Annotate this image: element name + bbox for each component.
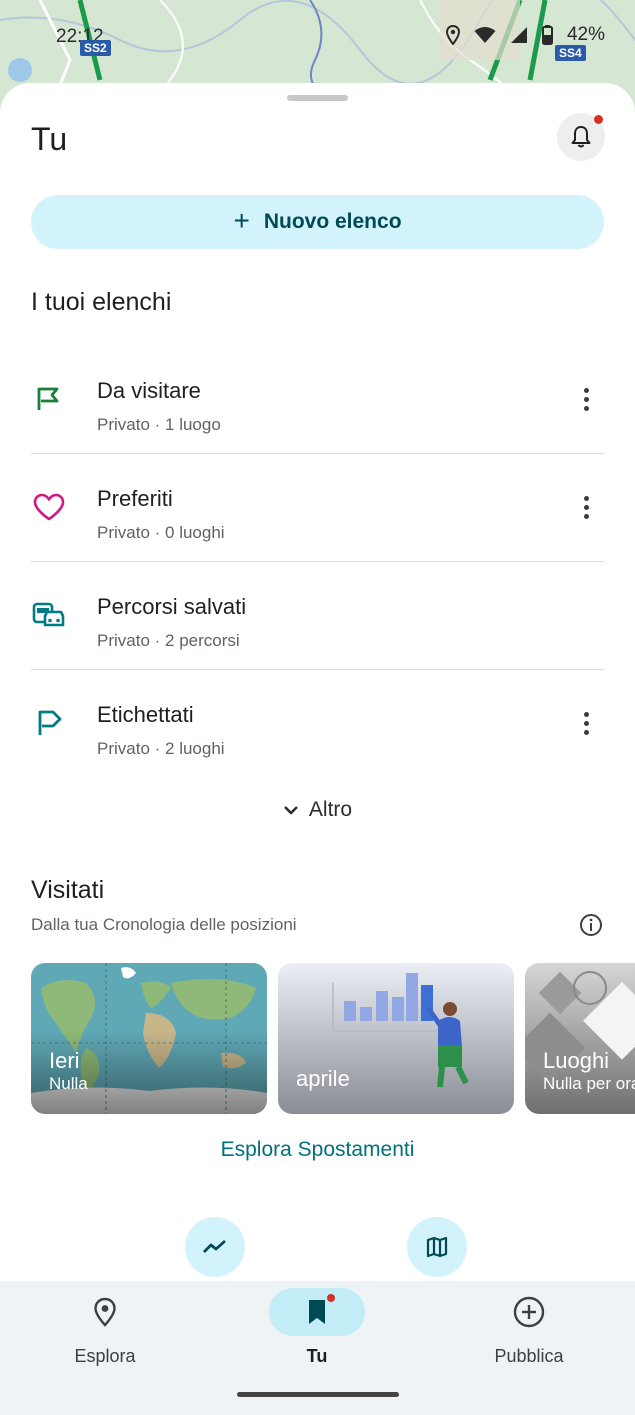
label-flag-icon [31,669,67,777]
list-name: Etichettati [97,702,194,727]
visited-section-title: Visitati [31,876,105,904]
new-list-label: Nuovo elenco [263,210,402,233]
more-options-icon[interactable] [576,383,596,415]
location-status-icon [445,25,460,45]
wifi-icon [474,27,496,43]
road-shield: SS2 [80,40,111,56]
show-more-label: Altro [308,798,353,821]
signal-icon [510,27,527,43]
explore-timeline-link[interactable]: Esplora Spostamenti [0,1138,635,1162]
bell-icon [571,126,591,148]
list-meta: Privato · 0 luoghi [97,523,225,542]
road-shield: SS4 [555,45,586,61]
trends-button[interactable] [185,1217,245,1277]
page-title: Tu [31,121,68,157]
nav-pill-active [269,1288,365,1336]
nav-pill [57,1288,153,1336]
transit-car-icon [31,561,67,669]
list-meta: Privato · 1 luogo [97,415,221,434]
list-item-da-visitare[interactable]: Da visitare Privato · 1 luogo [31,345,604,453]
list-item-preferiti[interactable]: Preferiti Privato · 0 luoghi [31,453,604,561]
new-list-button[interactable]: + Nuovo elenco [31,195,604,249]
visited-card-aprile[interactable]: aprile [278,963,514,1114]
card-subtitle: Nulla per ora [543,1074,635,1093]
nav-label: Tu [306,1346,328,1366]
list-name: Preferiti [97,486,173,511]
nav-label: Pubblica [494,1346,564,1366]
visited-card-ieri[interactable]: Ieri Nulla [31,963,267,1114]
status-icons: 42% [445,24,605,46]
visited-card-luoghi[interactable]: Luoghi Nulla per ora [525,963,635,1114]
bottom-sheet: Tu + Nuovo elenco I tuoi elenchi Da visi… [0,83,635,1283]
location-pin-icon [94,1297,116,1327]
visited-section-subtitle: Dalla tua Cronologia delle posizioni [31,915,297,934]
home-indicator[interactable] [237,1392,399,1397]
map-view-button[interactable] [407,1217,467,1277]
plus-icon: + [233,204,250,236]
show-more-button[interactable]: Altro [0,798,635,822]
list-item-percorsi-salvati[interactable]: Percorsi salvati Privato · 2 percorsi [31,561,604,669]
battery-percent: 42% [566,24,605,45]
bookmark-icon [309,1300,325,1324]
list-name: Da visitare [97,378,201,403]
list-name: Percorsi salvati [97,594,247,619]
nav-pill [481,1288,577,1336]
nav-tu[interactable]: Tu [237,1281,397,1381]
lists-section-title: I tuoi elenchi [31,288,172,316]
chevron-down-icon [283,806,298,815]
trending-icon [203,1239,226,1253]
info-icon[interactable] [579,913,603,937]
nav-badge [327,1294,335,1302]
card-title: Ieri [49,1048,80,1073]
battery-icon [541,25,553,45]
card-title: aprile [296,1066,350,1091]
heart-icon [31,453,67,561]
nav-pubblica[interactable]: Pubblica [449,1281,609,1381]
add-circle-icon [513,1296,545,1328]
card-title: Luoghi [543,1048,610,1073]
nav-esplora[interactable]: Esplora [25,1281,185,1381]
more-options-icon[interactable] [576,491,596,523]
more-options-icon[interactable] [576,707,596,739]
nav-label: Esplora [74,1346,136,1366]
drag-handle[interactable] [287,95,348,101]
flag-icon [31,345,67,453]
notifications-button[interactable] [557,113,605,161]
list-meta: Privato · 2 percorsi [97,631,240,650]
list-meta: Privato · 2 luoghi [97,739,225,758]
list-item-etichettati[interactable]: Etichettati Privato · 2 luoghi [31,669,604,777]
map-icon [426,1236,448,1258]
notification-badge [594,115,603,124]
status-bar: 22:12 SS2 SS4 42% [0,0,635,70]
card-subtitle: Nulla [49,1074,88,1093]
